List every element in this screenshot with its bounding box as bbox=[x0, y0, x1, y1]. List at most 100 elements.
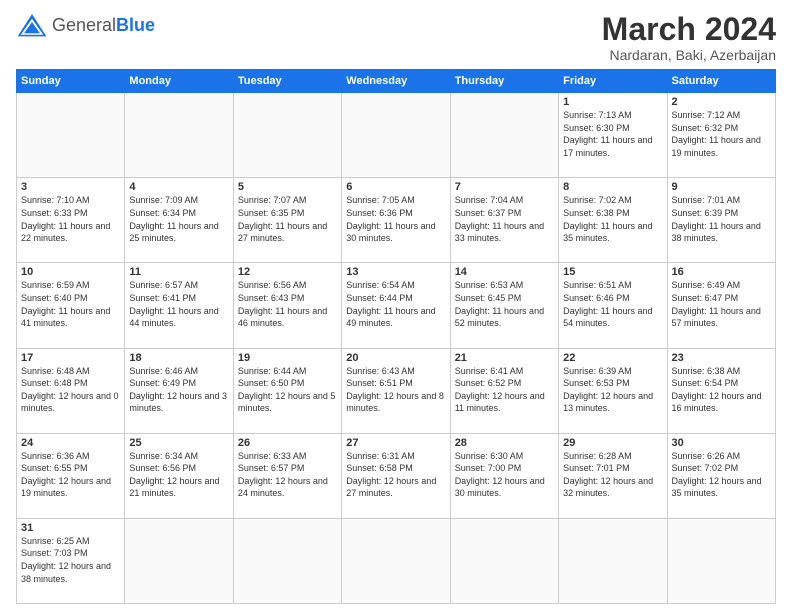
logo: GeneralBlue bbox=[16, 12, 155, 40]
day-number: 26 bbox=[238, 437, 337, 449]
day-info: Sunrise: 6:53 AM Sunset: 6:45 PM Dayligh… bbox=[455, 279, 554, 329]
day-number: 11 bbox=[129, 266, 228, 278]
day-number: 27 bbox=[346, 437, 445, 449]
calendar-cell-w2-d2: 12Sunrise: 6:56 AM Sunset: 6:43 PM Dayli… bbox=[233, 263, 341, 348]
calendar-cell-w3-d0: 17Sunrise: 6:48 AM Sunset: 6:48 PM Dayli… bbox=[17, 348, 125, 433]
header-saturday: Saturday bbox=[667, 70, 775, 93]
day-number: 8 bbox=[563, 181, 662, 193]
calendar-cell-w3-d5: 22Sunrise: 6:39 AM Sunset: 6:53 PM Dayli… bbox=[559, 348, 667, 433]
day-number: 31 bbox=[21, 522, 120, 534]
day-number: 15 bbox=[563, 266, 662, 278]
day-info: Sunrise: 6:57 AM Sunset: 6:41 PM Dayligh… bbox=[129, 279, 228, 329]
header-friday: Friday bbox=[559, 70, 667, 93]
page: GeneralBlue March 2024 Nardaran, Baki, A… bbox=[0, 0, 792, 612]
calendar-cell-w4-d2: 26Sunrise: 6:33 AM Sunset: 6:57 PM Dayli… bbox=[233, 433, 341, 518]
day-number: 17 bbox=[21, 352, 120, 364]
day-info: Sunrise: 6:44 AM Sunset: 6:50 PM Dayligh… bbox=[238, 365, 337, 415]
calendar-cell-w5-d0: 31Sunrise: 6:25 AM Sunset: 7:03 PM Dayli… bbox=[17, 518, 125, 603]
day-number: 22 bbox=[563, 352, 662, 364]
calendar-cell-w4-d6: 30Sunrise: 6:26 AM Sunset: 7:02 PM Dayli… bbox=[667, 433, 775, 518]
day-info: Sunrise: 6:59 AM Sunset: 6:40 PM Dayligh… bbox=[21, 279, 120, 329]
day-number: 25 bbox=[129, 437, 228, 449]
calendar-cell-w0-d1 bbox=[125, 93, 233, 178]
calendar-cell-w1-d3: 6Sunrise: 7:05 AM Sunset: 6:36 PM Daylig… bbox=[342, 178, 450, 263]
calendar-cell-w1-d4: 7Sunrise: 7:04 AM Sunset: 6:37 PM Daylig… bbox=[450, 178, 558, 263]
day-number: 6 bbox=[346, 181, 445, 193]
calendar-cell-w0-d3 bbox=[342, 93, 450, 178]
day-info: Sunrise: 6:36 AM Sunset: 6:55 PM Dayligh… bbox=[21, 450, 120, 500]
day-info: Sunrise: 6:46 AM Sunset: 6:49 PM Dayligh… bbox=[129, 365, 228, 415]
calendar-cell-w2-d0: 10Sunrise: 6:59 AM Sunset: 6:40 PM Dayli… bbox=[17, 263, 125, 348]
calendar-week-2: 10Sunrise: 6:59 AM Sunset: 6:40 PM Dayli… bbox=[17, 263, 776, 348]
day-number: 4 bbox=[129, 181, 228, 193]
main-title: March 2024 bbox=[602, 12, 776, 47]
header: GeneralBlue March 2024 Nardaran, Baki, A… bbox=[16, 12, 776, 63]
calendar-cell-w1-d0: 3Sunrise: 7:10 AM Sunset: 6:33 PM Daylig… bbox=[17, 178, 125, 263]
calendar-cell-w0-d0 bbox=[17, 93, 125, 178]
calendar-week-5: 31Sunrise: 6:25 AM Sunset: 7:03 PM Dayli… bbox=[17, 518, 776, 603]
calendar-table: Sunday Monday Tuesday Wednesday Thursday… bbox=[16, 69, 776, 604]
day-info: Sunrise: 6:41 AM Sunset: 6:52 PM Dayligh… bbox=[455, 365, 554, 415]
calendar-cell-w5-d2 bbox=[233, 518, 341, 603]
header-tuesday: Tuesday bbox=[233, 70, 341, 93]
calendar-cell-w5-d6 bbox=[667, 518, 775, 603]
header-monday: Monday bbox=[125, 70, 233, 93]
calendar-week-0: 1Sunrise: 7:13 AM Sunset: 6:30 PM Daylig… bbox=[17, 93, 776, 178]
day-info: Sunrise: 6:39 AM Sunset: 6:53 PM Dayligh… bbox=[563, 365, 662, 415]
logo-icon bbox=[16, 12, 48, 40]
day-info: Sunrise: 6:51 AM Sunset: 6:46 PM Dayligh… bbox=[563, 279, 662, 329]
day-info: Sunrise: 7:10 AM Sunset: 6:33 PM Dayligh… bbox=[21, 194, 120, 244]
calendar-cell-w2-d6: 16Sunrise: 6:49 AM Sunset: 6:47 PM Dayli… bbox=[667, 263, 775, 348]
day-info: Sunrise: 6:54 AM Sunset: 6:44 PM Dayligh… bbox=[346, 279, 445, 329]
day-number: 24 bbox=[21, 437, 120, 449]
day-info: Sunrise: 6:34 AM Sunset: 6:56 PM Dayligh… bbox=[129, 450, 228, 500]
calendar-cell-w1-d2: 5Sunrise: 7:07 AM Sunset: 6:35 PM Daylig… bbox=[233, 178, 341, 263]
day-info: Sunrise: 6:28 AM Sunset: 7:01 PM Dayligh… bbox=[563, 450, 662, 500]
calendar-cell-w3-d2: 19Sunrise: 6:44 AM Sunset: 6:50 PM Dayli… bbox=[233, 348, 341, 433]
title-block: March 2024 Nardaran, Baki, Azerbaijan bbox=[602, 12, 776, 63]
day-info: Sunrise: 7:04 AM Sunset: 6:37 PM Dayligh… bbox=[455, 194, 554, 244]
weekday-header-row: Sunday Monday Tuesday Wednesday Thursday… bbox=[17, 70, 776, 93]
day-number: 10 bbox=[21, 266, 120, 278]
day-number: 29 bbox=[563, 437, 662, 449]
day-number: 16 bbox=[672, 266, 771, 278]
day-number: 2 bbox=[672, 96, 771, 108]
calendar-cell-w0-d6: 2Sunrise: 7:12 AM Sunset: 6:32 PM Daylig… bbox=[667, 93, 775, 178]
header-sunday: Sunday bbox=[17, 70, 125, 93]
calendar-cell-w2-d4: 14Sunrise: 6:53 AM Sunset: 6:45 PM Dayli… bbox=[450, 263, 558, 348]
calendar-week-3: 17Sunrise: 6:48 AM Sunset: 6:48 PM Dayli… bbox=[17, 348, 776, 433]
day-number: 28 bbox=[455, 437, 554, 449]
day-info: Sunrise: 7:05 AM Sunset: 6:36 PM Dayligh… bbox=[346, 194, 445, 244]
calendar-cell-w5-d1 bbox=[125, 518, 233, 603]
day-info: Sunrise: 7:02 AM Sunset: 6:38 PM Dayligh… bbox=[563, 194, 662, 244]
calendar-cell-w4-d5: 29Sunrise: 6:28 AM Sunset: 7:01 PM Dayli… bbox=[559, 433, 667, 518]
day-info: Sunrise: 7:12 AM Sunset: 6:32 PM Dayligh… bbox=[672, 109, 771, 159]
day-number: 9 bbox=[672, 181, 771, 193]
day-number: 5 bbox=[238, 181, 337, 193]
day-number: 23 bbox=[672, 352, 771, 364]
day-info: Sunrise: 6:49 AM Sunset: 6:47 PM Dayligh… bbox=[672, 279, 771, 329]
calendar-cell-w5-d3 bbox=[342, 518, 450, 603]
header-thursday: Thursday bbox=[450, 70, 558, 93]
day-info: Sunrise: 6:43 AM Sunset: 6:51 PM Dayligh… bbox=[346, 365, 445, 415]
day-info: Sunrise: 7:09 AM Sunset: 6:34 PM Dayligh… bbox=[129, 194, 228, 244]
day-info: Sunrise: 6:26 AM Sunset: 7:02 PM Dayligh… bbox=[672, 450, 771, 500]
calendar-cell-w1-d6: 9Sunrise: 7:01 AM Sunset: 6:39 PM Daylig… bbox=[667, 178, 775, 263]
day-info: Sunrise: 6:48 AM Sunset: 6:48 PM Dayligh… bbox=[21, 365, 120, 415]
day-number: 1 bbox=[563, 96, 662, 108]
calendar-cell-w4-d4: 28Sunrise: 6:30 AM Sunset: 7:00 PM Dayli… bbox=[450, 433, 558, 518]
day-info: Sunrise: 6:31 AM Sunset: 6:58 PM Dayligh… bbox=[346, 450, 445, 500]
calendar-cell-w4-d0: 24Sunrise: 6:36 AM Sunset: 6:55 PM Dayli… bbox=[17, 433, 125, 518]
day-number: 12 bbox=[238, 266, 337, 278]
calendar-cell-w3-d4: 21Sunrise: 6:41 AM Sunset: 6:52 PM Dayli… bbox=[450, 348, 558, 433]
day-number: 18 bbox=[129, 352, 228, 364]
day-number: 7 bbox=[455, 181, 554, 193]
day-info: Sunrise: 6:38 AM Sunset: 6:54 PM Dayligh… bbox=[672, 365, 771, 415]
day-number: 21 bbox=[455, 352, 554, 364]
subtitle: Nardaran, Baki, Azerbaijan bbox=[602, 47, 776, 63]
day-number: 3 bbox=[21, 181, 120, 193]
day-info: Sunrise: 6:56 AM Sunset: 6:43 PM Dayligh… bbox=[238, 279, 337, 329]
calendar-cell-w0-d4 bbox=[450, 93, 558, 178]
day-info: Sunrise: 6:30 AM Sunset: 7:00 PM Dayligh… bbox=[455, 450, 554, 500]
calendar-cell-w1-d5: 8Sunrise: 7:02 AM Sunset: 6:38 PM Daylig… bbox=[559, 178, 667, 263]
